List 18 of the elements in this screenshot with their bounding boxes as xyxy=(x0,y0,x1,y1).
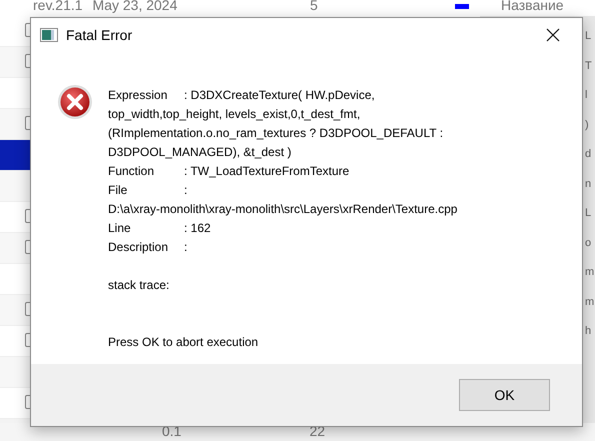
stack-trace-label: stack trace: xyxy=(108,277,170,294)
count-text: 5 xyxy=(310,0,319,12)
error-icon xyxy=(57,84,93,120)
error-field: File : xyxy=(108,181,486,200)
error-field: Expression : D3DXCreateTexture( HW.pDevice, top_width,top_height, levels_exist,0,t_dest_fmt, (RImplementation.o.no_ram_textures ? D3DPOOL_DEFAULT : D3DPOOL_MANAGED), &t_dest ) xyxy=(108,86,486,162)
progress-mark xyxy=(455,4,469,9)
ok-button[interactable]: OK xyxy=(459,379,550,411)
instruction-text: Press OK to abort execution xyxy=(108,334,260,351)
column-header: Название xyxy=(501,0,564,12)
date-text: May 23, 2024 xyxy=(92,0,178,12)
error-field: Line : 162 xyxy=(108,219,486,238)
error-field: Function : TW_LoadTextureFromTexture xyxy=(108,162,486,181)
close-icon xyxy=(546,28,560,42)
window-icon xyxy=(40,28,58,42)
window-title: Fatal Error xyxy=(66,27,132,43)
version-text: rev.21.1 xyxy=(33,0,83,12)
error-field: Description : xyxy=(108,238,486,257)
file-path: D:\a\xray-monolith\xray-monolith\src\Layers\xrRender\Texture.cpp xyxy=(108,201,458,218)
